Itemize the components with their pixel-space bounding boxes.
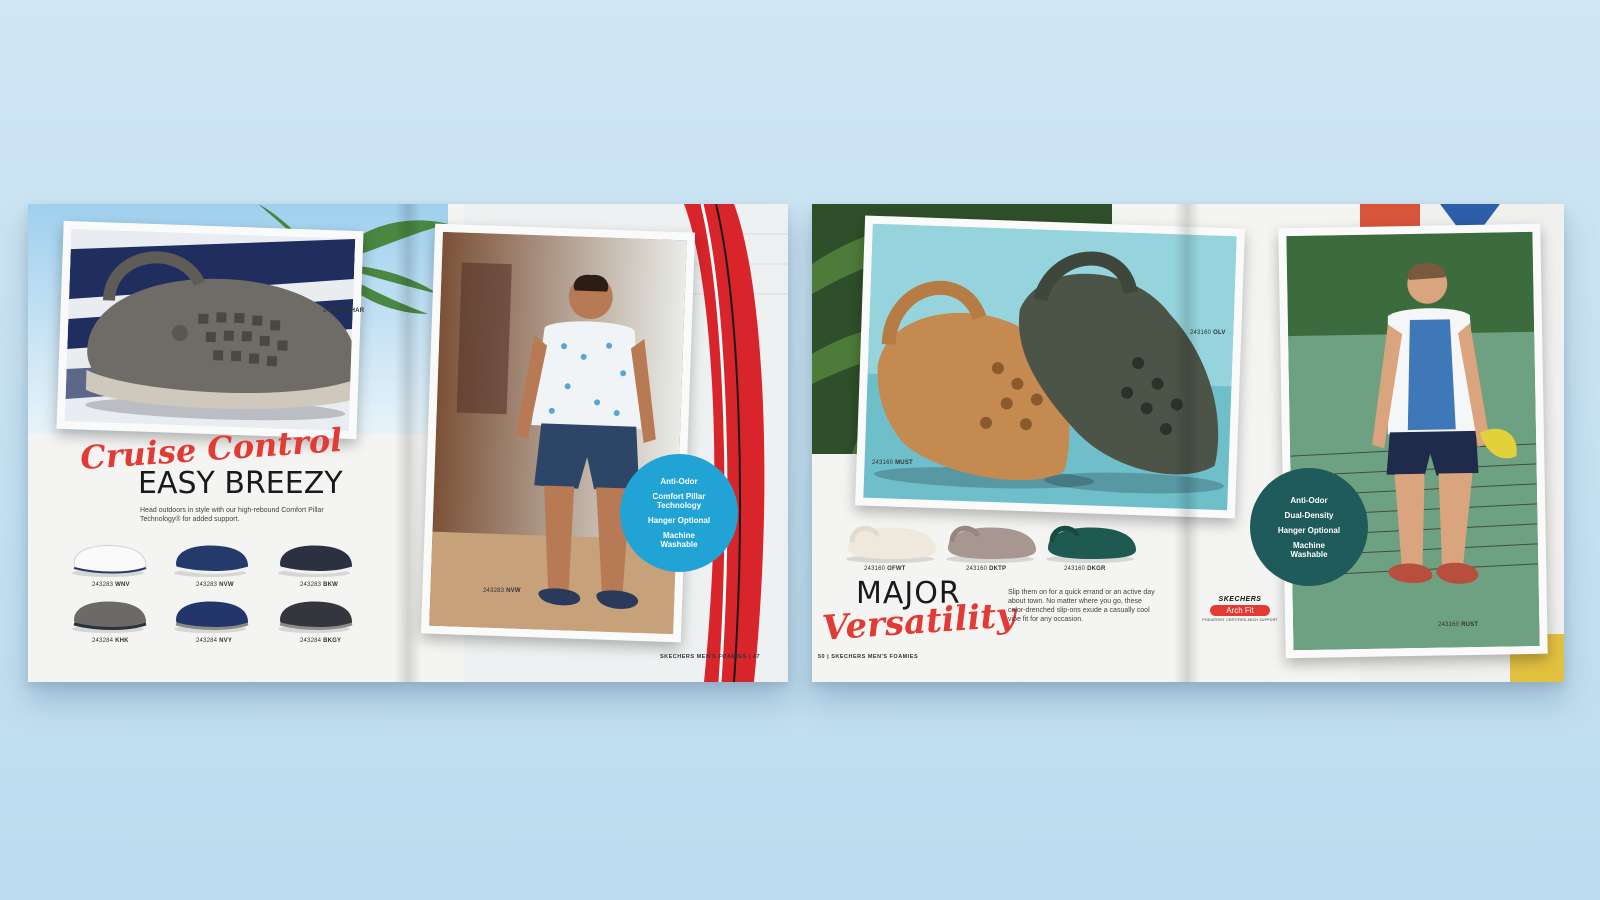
- product-sku: 243283 BKW: [300, 582, 339, 588]
- feature-item: Hanger Optional: [647, 516, 711, 525]
- model-sku-label: 243283 NVW: [483, 588, 521, 594]
- product-thumbnail: [72, 545, 147, 577]
- feature-item: Anti-Odor: [1290, 495, 1328, 505]
- headline: EASY BREEZY: [138, 466, 343, 501]
- catalog-spread-left: 243283 CHAR Cruise Control EASY BREEZY H…: [28, 204, 788, 682]
- product-sku: 243160 DKGR: [1064, 566, 1106, 572]
- hero-sku-label: 243160 MUST: [872, 460, 913, 466]
- feature-badge: Anti-Odor Dual-Density Hanger Optional M…: [1250, 468, 1368, 586]
- product-thumbnail: [1046, 525, 1136, 563]
- feature-item: Comfort Pillar Technology: [652, 492, 706, 510]
- logo-sub: Arch Fit: [1210, 605, 1270, 616]
- page-gutter: [1174, 204, 1200, 682]
- model-photo: [429, 231, 687, 635]
- product-sku: 243283 WNV: [92, 582, 130, 588]
- skechers-arch-fit-logo: SKECHERS Arch Fit PODIATRIST CERTIFIED A…: [1202, 596, 1278, 632]
- hero-product-polaroid: [56, 220, 364, 440]
- model-photo-polaroid: [420, 223, 696, 643]
- product-sku: 243284 NVY: [196, 638, 233, 644]
- product-description: Slip them on for a quick errand or an ac…: [1008, 589, 1155, 623]
- product-sku: 243284 BKGY: [300, 638, 342, 644]
- model-photo: [1286, 231, 1540, 651]
- hero-clog-image: [64, 229, 356, 431]
- catalog-spread-right: 243160 MUST 243160 OLV 243160 OFWT 24316…: [812, 204, 1564, 682]
- model-sku-label: 243160 RUST: [1438, 622, 1479, 628]
- feature-item: Machine Washable: [1290, 540, 1328, 559]
- feature-item: Hanger Optional: [1277, 525, 1341, 535]
- product-description: Head outdoors in style with our high-reb…: [140, 507, 324, 523]
- product-thumbnail: [174, 545, 249, 577]
- logo-tagline: PODIATRIST CERTIFIED ARCH SUPPORT: [1202, 618, 1278, 622]
- product-thumbnail: [846, 525, 936, 563]
- product-thumbnail: [72, 601, 147, 633]
- feature-badge: Anti-Odor Comfort Pillar Technology Hang…: [620, 454, 738, 572]
- product-sku: 243160 OFWT: [864, 566, 906, 572]
- product-thumbnail: [174, 601, 249, 633]
- model-photo-polaroid: [1278, 223, 1548, 659]
- page-folio: 50 | SKECHERS MEN'S FOAMIES: [818, 654, 919, 660]
- feature-item: Anti-Odor: [660, 477, 698, 486]
- product-thumbnail: [278, 545, 353, 577]
- feature-item: Dual-Density: [1284, 510, 1334, 520]
- product-thumbnail: [278, 601, 353, 633]
- product-sku: 243160 DKTP: [966, 566, 1007, 572]
- logo-brand: SKECHERS: [1218, 596, 1262, 603]
- product-thumbnail: [946, 525, 1036, 563]
- script-title: Versatility: [820, 595, 1018, 649]
- page-gutter: [395, 204, 421, 682]
- page-folio: SKECHERS MEN'S FOAMIES | 47: [660, 654, 761, 660]
- product-sku: 243284 KHK: [92, 638, 129, 644]
- feature-item: Machine Washable: [660, 531, 698, 549]
- hero-sku-label: 243283 CHAR: [323, 308, 365, 314]
- product-sku: 243283 NVW: [196, 582, 234, 588]
